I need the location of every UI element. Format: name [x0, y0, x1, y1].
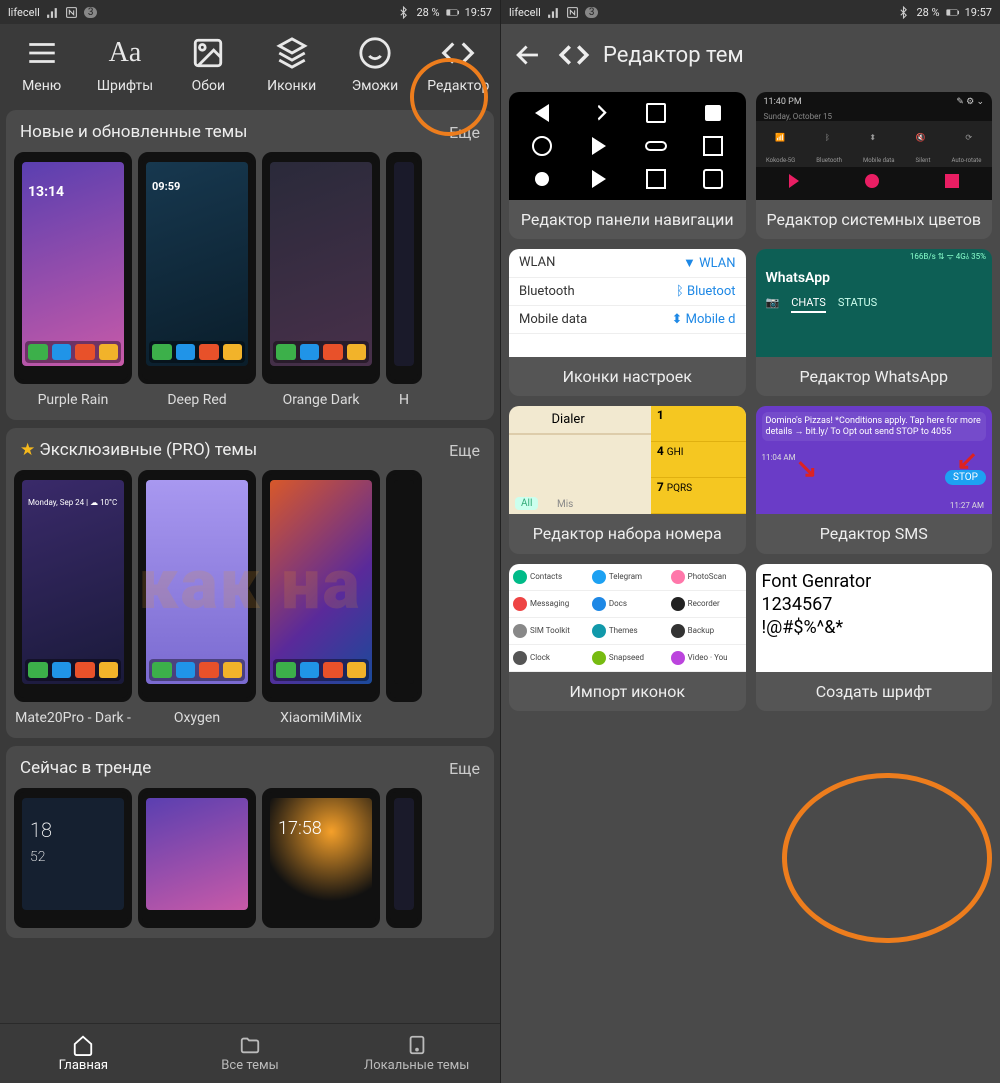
tile-caption: Иконки настроек [509, 357, 746, 396]
section-trending: Сейчас в тренде Еще 1852 17:58 [6, 746, 494, 938]
icons-label: Иконки [267, 78, 316, 94]
battery-percent: 28 % [416, 6, 439, 19]
theme-card[interactable]: 09:59Deep Red [138, 152, 256, 410]
tile-caption: Редактор набора номера [509, 514, 746, 553]
theme-card[interactable]: Orange Dark [262, 152, 380, 410]
tile-sms[interactable]: Domino's Pizzas! *Conditions apply. Tap … [756, 406, 993, 553]
theme-card[interactable]: 13:14Purple Rain [14, 152, 132, 410]
theme-label: Mate20Pro - Dark - [14, 702, 132, 728]
tile-settings-icons[interactable]: WLAN▼ WLAN Bluetoothᛒ Bluetoot Mobile da… [509, 249, 746, 396]
fonts-label: Шрифты [97, 78, 153, 94]
tile-font[interactable]: Font Genrator 1234567 !@#$%^&* Создать ш… [756, 564, 993, 711]
screen-theme-editor: lifecell 3 28 % 19:57 Редактор тем Редак… [500, 0, 1000, 1083]
theme-label [386, 702, 422, 712]
highlight-circle-font [782, 773, 992, 943]
star-icon: ★ [20, 440, 35, 460]
theme-label: Purple Rain [14, 384, 132, 410]
tile-caption: Редактор системных цветов [756, 200, 993, 239]
theme-card[interactable]: 17:58 [262, 788, 380, 928]
icons-button[interactable]: Иконки [252, 34, 332, 94]
nfc-icon [566, 6, 579, 19]
clock-label: 19:57 [465, 6, 492, 19]
nav-home[interactable]: Главная [0, 1024, 167, 1083]
wallpapers-label: Обои [192, 78, 225, 94]
top-toolbar: Меню AaШрифты Обои Иконки Эможи Редактор [0, 24, 500, 102]
tile-caption: Редактор панели навигации [509, 200, 746, 239]
notification-count-badge: 3 [84, 7, 98, 18]
theme-card[interactable]: H [386, 152, 422, 410]
bluetooth-icon [897, 6, 910, 19]
nav-label: Главная [59, 1058, 108, 1073]
theme-label: Deep Red [138, 384, 256, 410]
status-bar: lifecell 3 28 % 19:57 [501, 0, 1000, 24]
highlight-circle-editor [410, 58, 488, 136]
back-button[interactable] [511, 38, 545, 72]
theme-card[interactable] [386, 788, 422, 928]
page-title: Редактор тем [603, 43, 744, 68]
theme-card[interactable]: 1852 [14, 788, 132, 928]
nav-label: Все темы [221, 1058, 278, 1073]
section-title: ★Эксклюзивные (PRO) темы [20, 440, 257, 460]
section-new-themes: Новые и обновленные темы Еще 13:14Purple… [6, 110, 494, 420]
nav-local-themes[interactable]: Локальные темы [333, 1024, 500, 1083]
tile-whatsapp[interactable]: 166B/s ⇅ ᯤ 4G⫰ 35% WhatsApp 📷CHATSSTATUS… [756, 249, 993, 396]
tile-caption: Редактор SMS [756, 514, 993, 553]
battery-icon [946, 6, 959, 19]
emoji-label: Эможи [352, 78, 398, 94]
menu-label: Меню [22, 78, 61, 94]
tile-sys-colors[interactable]: 11:40 PM✎ ⚙ ⌄ Sunday, October 15 📶ᛒ⬍🔇⟳ K… [756, 92, 993, 239]
tile-caption: Импорт иконок [509, 672, 746, 711]
more-link[interactable]: Еще [449, 759, 480, 778]
theme-card[interactable]: Oxygen [138, 470, 256, 728]
tile-import-icons[interactable]: ContactsTelegramPhotoScanMessagingDocsRe… [509, 564, 746, 711]
emoji-button[interactable]: Эможи [335, 34, 415, 94]
battery-icon [446, 6, 459, 19]
tile-caption: Создать шрифт [756, 672, 993, 711]
code-icon [557, 38, 591, 72]
wallpapers-button[interactable]: Обои [168, 34, 248, 94]
battery-percent: 28 % [916, 6, 939, 19]
nav-label: Локальные темы [364, 1058, 469, 1073]
editor-grid: Редактор панели навигации 11:40 PM✎ ⚙ ⌄ … [501, 86, 1000, 717]
bottom-nav: Главная Все темы Локальные темы [0, 1023, 500, 1083]
theme-card[interactable]: Monday, Sep 24 | ☁ 10°CMate20Pro - Dark … [14, 470, 132, 728]
menu-button[interactable]: Меню [2, 34, 82, 94]
screen-themes-home: lifecell 3 28 % 19:57 Меню AaШрифты Обои… [0, 0, 500, 1083]
tile-caption: Редактор WhatsApp [756, 357, 993, 396]
editor-header: Редактор тем [501, 24, 1000, 86]
carrier-label: lifecell [8, 6, 40, 19]
more-link[interactable]: Еще [449, 441, 480, 460]
carrier-label: lifecell [509, 6, 541, 19]
nav-all-themes[interactable]: Все темы [167, 1024, 334, 1083]
nfc-icon [65, 6, 78, 19]
fonts-button[interactable]: AaШрифты [85, 34, 165, 94]
notification-count-badge: 3 [585, 7, 599, 18]
section-title: Новые и обновленные темы [20, 122, 247, 142]
clock-label: 19:57 [965, 6, 992, 19]
tile-nav-editor[interactable]: Редактор панели навигации [509, 92, 746, 239]
theme-card[interactable]: XiaomiMiMix [262, 470, 380, 728]
theme-label: Oxygen [138, 702, 256, 728]
theme-card[interactable] [138, 788, 256, 928]
tile-dialer[interactable]: DialerCont AllMis 14 GHI7 PQRS Редактор … [509, 406, 746, 553]
theme-label: Orange Dark [262, 384, 380, 410]
signal-icon [547, 6, 560, 19]
theme-label: H [386, 384, 422, 410]
theme-card[interactable] [386, 470, 422, 728]
theme-label: XiaomiMiMix [262, 702, 380, 728]
section-title: Сейчас в тренде [20, 758, 151, 778]
signal-icon [46, 6, 59, 19]
section-pro-themes: ★Эксклюзивные (PRO) темы Еще Monday, Sep… [6, 428, 494, 738]
bluetooth-icon [397, 6, 410, 19]
status-bar: lifecell 3 28 % 19:57 [0, 0, 500, 24]
